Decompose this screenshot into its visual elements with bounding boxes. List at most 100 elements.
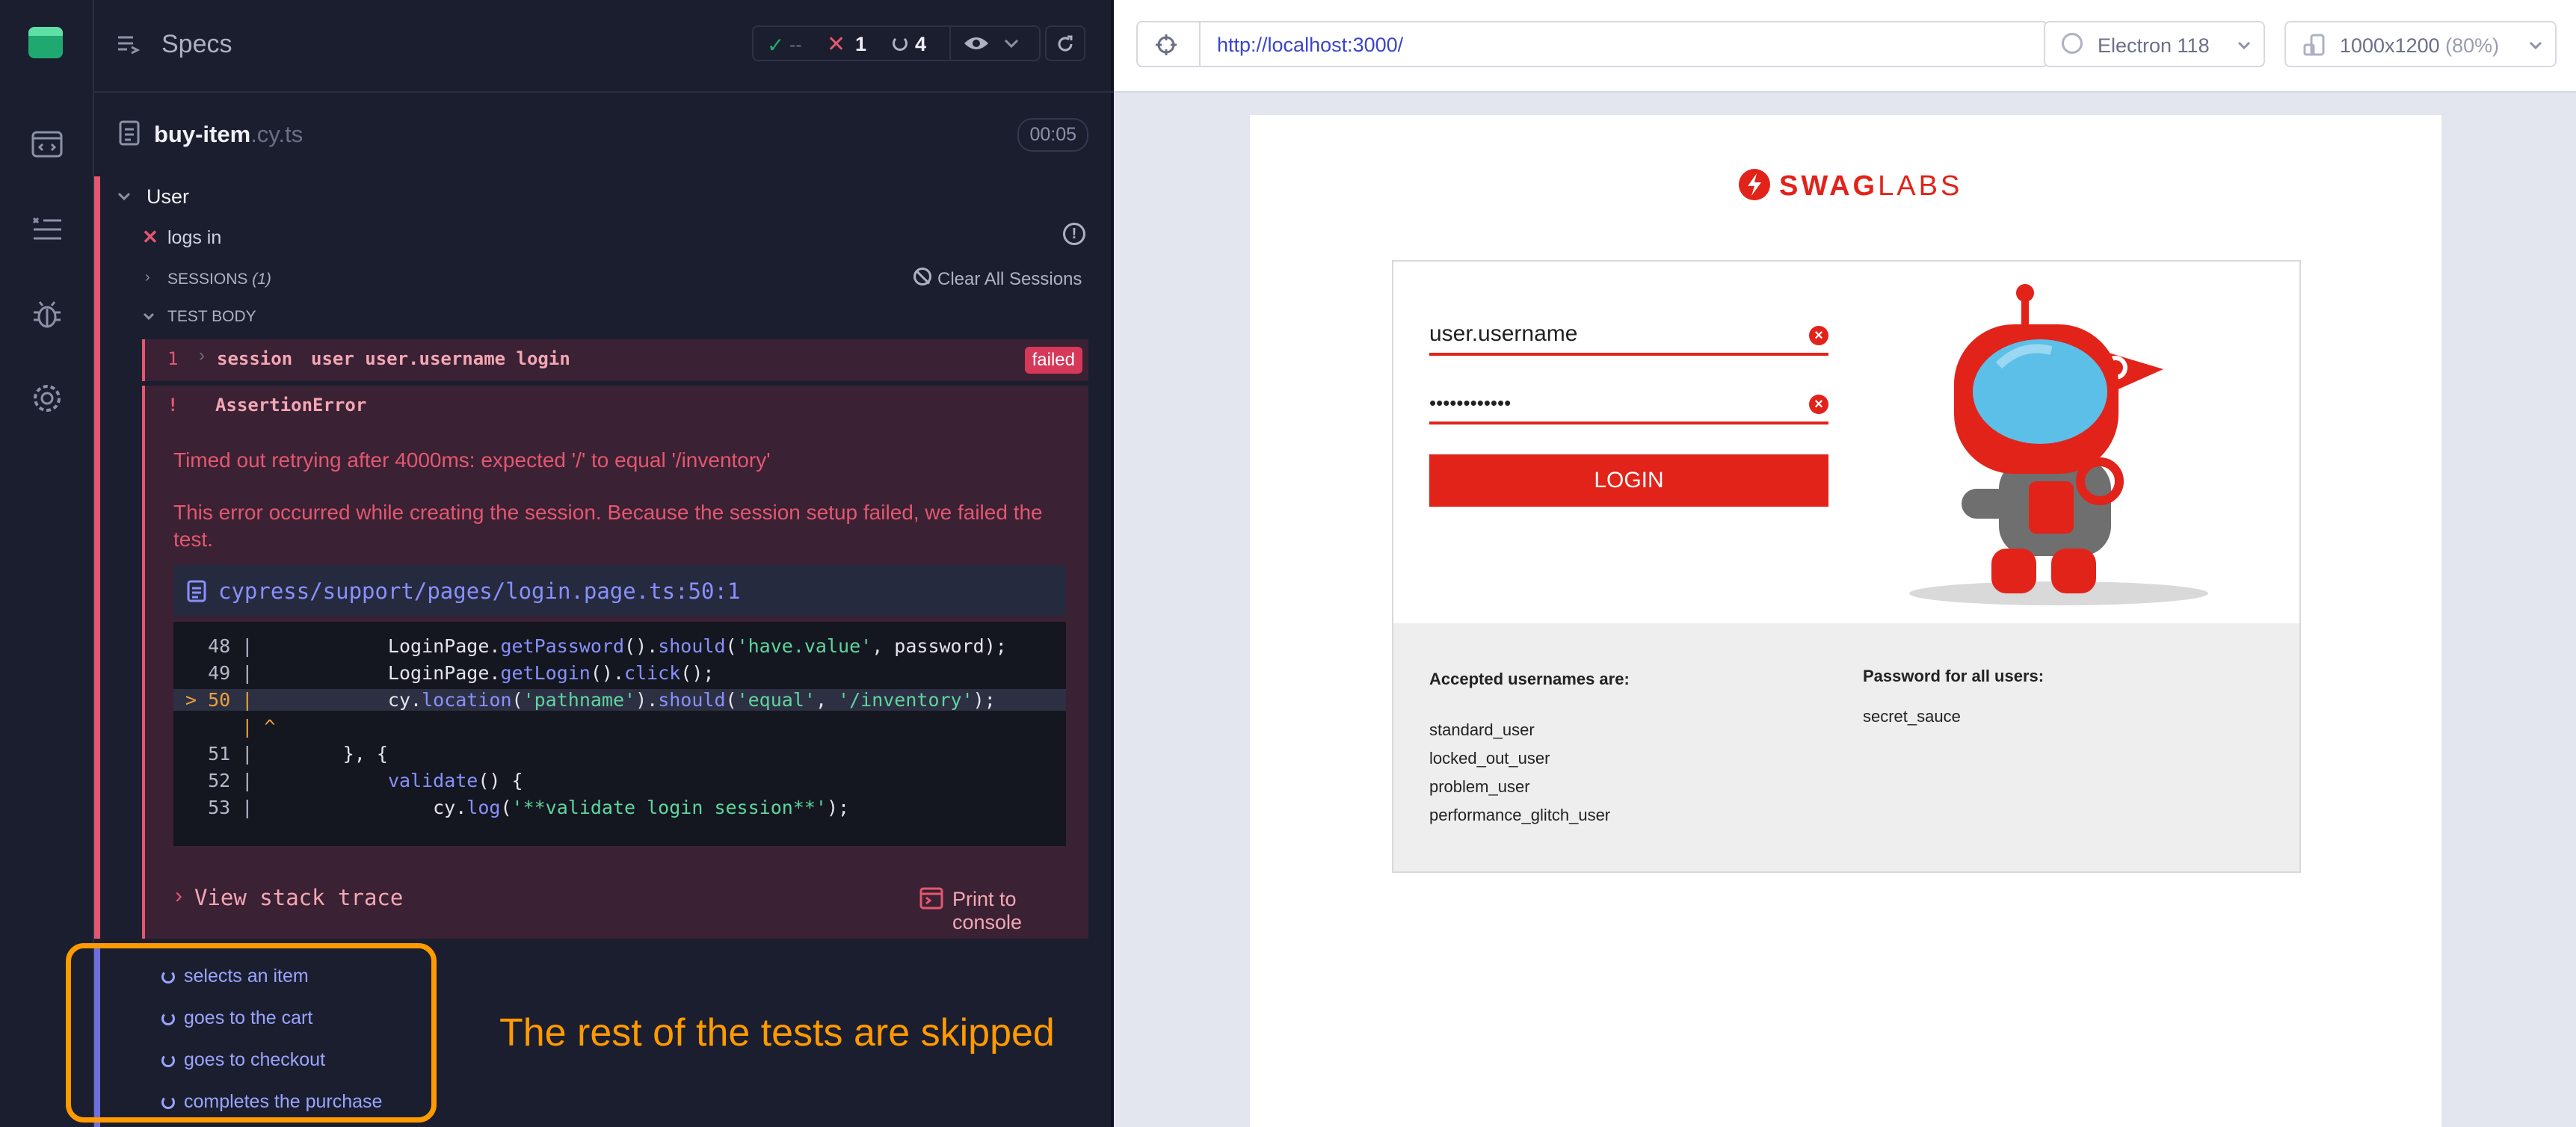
clear-sessions-button[interactable]: Clear All Sessions xyxy=(937,269,1082,290)
rerun-button[interactable] xyxy=(1045,25,1085,61)
code-token: '**validate login session**' xyxy=(511,797,827,818)
chevron-down-icon[interactable] xyxy=(142,312,155,321)
chevron-down-icon xyxy=(2529,41,2542,50)
spec-name[interactable]: buy-item.cy.ts xyxy=(154,121,303,148)
line-number: 48 | xyxy=(185,635,253,657)
debug-bug-icon[interactable] xyxy=(28,296,66,333)
failed-badge: failed xyxy=(1024,347,1082,374)
code-token: log xyxy=(466,797,501,818)
file-icon xyxy=(119,120,140,146)
chevron-right-icon: › xyxy=(199,345,205,365)
code-frame-file[interactable]: cypress/support/pages/login.page.ts:50:1 xyxy=(218,578,740,604)
url-field[interactable]: http://localhost:3000/ xyxy=(1136,21,2048,67)
test-title[interactable]: logs in xyxy=(167,227,221,249)
browser-selector[interactable]: Electron 118 xyxy=(2044,21,2265,67)
error-x-icon: × xyxy=(1809,326,1828,345)
viewport-icon xyxy=(2303,34,2325,56)
code-token: ^ xyxy=(253,716,276,738)
code-token: LoginPage. xyxy=(253,635,501,657)
line-number: 49 | xyxy=(185,662,253,684)
code-token: click xyxy=(624,662,681,684)
crosshair-icon[interactable] xyxy=(1154,33,1178,57)
line-number: > 50 | xyxy=(185,689,253,711)
chevron-right-icon: › xyxy=(175,883,182,908)
suite-title[interactable]: User xyxy=(147,185,189,209)
alert-info-icon[interactable]: ! xyxy=(1063,223,1085,245)
chevron-right-icon[interactable]: › xyxy=(145,269,150,286)
code-token: getLogin xyxy=(500,662,591,684)
swag-labs-logo-icon xyxy=(1739,169,1770,200)
spec-duration: 00:05 xyxy=(1017,118,1088,152)
code-token: ); xyxy=(826,797,850,818)
code-token: ( xyxy=(725,689,737,711)
chevron-down-icon[interactable] xyxy=(117,191,132,202)
code-line: | ^ xyxy=(173,716,1066,738)
code-token: ( xyxy=(511,689,523,711)
app-viewport: SWAGLABS user.username × •••••••••••• × … xyxy=(1250,115,2441,1127)
passed-count: -- xyxy=(789,34,802,55)
command-index: 1 xyxy=(167,348,179,369)
code-token: cy. xyxy=(253,797,467,818)
credentials-panel: Accepted usernames are: standard_user lo… xyxy=(1393,623,2299,871)
code-frame: 48 | LoginPage.getPassword().should('hav… xyxy=(173,622,1066,846)
code-line: 48 | LoginPage.getPassword().should('hav… xyxy=(173,635,1066,657)
code-line: 53 | cy.log('**validate login session**'… xyxy=(173,797,1066,818)
code-frame-header[interactable]: cypress/support/pages/login.page.ts:50:1 xyxy=(173,565,1066,616)
code-token: (). xyxy=(624,635,659,657)
aut-panel: http://localhost:3000/ Electron 118 1000… xyxy=(1114,0,2576,1127)
password-input[interactable]: •••••••••••• × xyxy=(1429,390,1828,424)
cypress-logo[interactable] xyxy=(28,27,63,58)
error-panel: ! AssertionError Timed out retrying afte… xyxy=(142,386,1088,939)
code-line: 52 | validate() { xyxy=(173,770,1066,791)
command-row[interactable]: 1 › session user user.username login fai… xyxy=(142,339,1088,381)
code-token: ); xyxy=(973,689,996,711)
line-number: | xyxy=(185,716,253,738)
username-item: standard_user xyxy=(1429,720,1535,739)
viewport-size: 1000x1200 (80%) xyxy=(2340,34,2500,57)
code-token: , xyxy=(815,689,839,711)
username-item: problem_user xyxy=(1429,777,1530,796)
terminal-icon xyxy=(919,887,943,910)
view-stack-trace-button[interactable]: View stack trace xyxy=(194,885,403,910)
url-toolbar: http://localhost:3000/ Electron 118 1000… xyxy=(1114,0,2576,93)
code-token: 'have.value' xyxy=(736,635,872,657)
code-token: LoginPage. xyxy=(253,662,501,684)
reporter-header: Specs ✓ -- ✕ 1 4 xyxy=(94,0,1114,93)
robot-mascot-image xyxy=(1909,284,2208,605)
command-message: user user.username login xyxy=(311,348,570,369)
spec-list-icon[interactable] xyxy=(28,211,66,248)
code-token: location xyxy=(422,689,512,711)
specs-title[interactable]: Specs xyxy=(161,30,232,59)
code-token: () { xyxy=(478,770,523,791)
viewport-selector[interactable]: 1000x1200 (80%) xyxy=(2284,21,2557,67)
failed-count: 1 xyxy=(855,33,867,55)
specs-list-icon[interactable] xyxy=(117,33,141,57)
line-number: 51 | xyxy=(185,743,253,765)
login-container: user.username × •••••••••••• × LOGIN Acc… xyxy=(1392,260,2301,873)
settings-gear-icon[interactable] xyxy=(28,380,66,417)
browser-icon[interactable] xyxy=(28,126,66,163)
code-token: ( xyxy=(500,797,512,818)
browser-name: Electron 118 xyxy=(2098,34,2210,57)
code-token: , password); xyxy=(872,635,1007,657)
electron-icon xyxy=(2062,33,2083,54)
pending-icon xyxy=(893,36,908,51)
spec-title-bar: buy-item.cy.ts 00:05 xyxy=(94,93,1114,176)
test-body-toggle[interactable]: TEST BODY xyxy=(167,308,256,326)
error-x-icon: × xyxy=(1809,395,1828,414)
code-token: }, { xyxy=(253,743,388,765)
failed-x-icon: ✕ xyxy=(142,226,158,248)
line-number: 53 | xyxy=(185,797,253,818)
code-line: > 50 | cy.location('pathname').should('e… xyxy=(173,689,1066,711)
sessions-toggle[interactable]: SESSIONS (1) xyxy=(167,271,271,288)
print-to-console-button[interactable]: Print to console xyxy=(952,888,1088,934)
pending-count: 4 xyxy=(915,33,927,55)
code-line: 49 | LoginPage.getLogin().click(); xyxy=(173,662,1066,684)
chevron-down-icon[interactable] xyxy=(1003,37,1020,49)
eye-icon[interactable] xyxy=(963,34,990,52)
login-button[interactable]: LOGIN xyxy=(1429,454,1828,507)
username-input[interactable]: user.username × xyxy=(1429,321,1828,356)
code-token: '/inventory' xyxy=(838,689,973,711)
code-token: 'equal' xyxy=(736,689,816,711)
